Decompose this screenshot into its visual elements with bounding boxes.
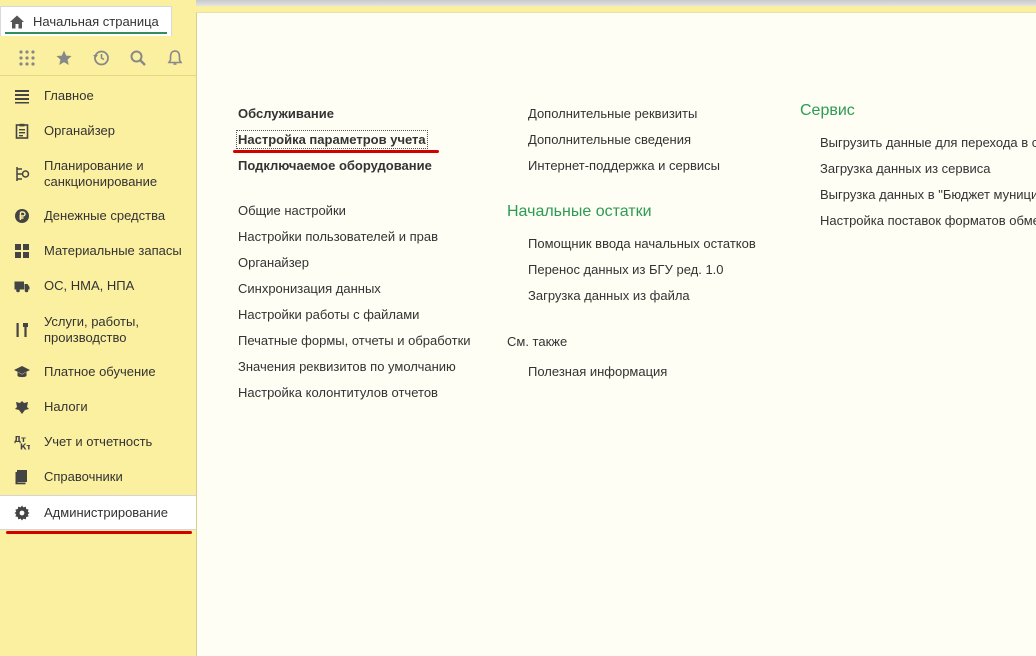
- sidebar-item-label: Учет и отчетность: [44, 434, 153, 449]
- link-additional-attributes[interactable]: Дополнительные реквизиты: [528, 106, 697, 121]
- search-button[interactable]: [119, 40, 156, 76]
- sidebar-item-label: Материальные запасы: [44, 243, 182, 258]
- apps-grid-button[interactable]: [8, 40, 45, 76]
- active-tab-indicator: [5, 32, 167, 34]
- sidebar-item-taxes[interactable]: Налоги: [0, 393, 196, 421]
- svg-text:Кт: Кт: [20, 443, 30, 451]
- sidebar-item-inventory[interactable]: Материальные запасы: [0, 237, 196, 265]
- link-useful-info[interactable]: Полезная информация: [528, 364, 667, 379]
- favorites-button[interactable]: [45, 40, 82, 76]
- link-report-headers[interactable]: Настройка колонтитулов отчетов: [238, 385, 438, 400]
- menu-lines-icon: [13, 87, 31, 105]
- link-internet-support[interactable]: Интернет-поддержка и сервисы: [528, 158, 720, 173]
- history-button[interactable]: [82, 40, 119, 76]
- notifications-button[interactable]: [156, 40, 193, 76]
- sidebar-item-main[interactable]: Главное: [0, 82, 196, 110]
- section-heading-service: Сервис: [800, 102, 855, 119]
- sidebar-item-accounting[interactable]: Дт Кт Учет и отчетность: [0, 428, 196, 456]
- history-icon: [92, 50, 109, 65]
- graduation-cap-icon: [13, 363, 31, 381]
- link-initial-balances-wizard[interactable]: Помощник ввода начальных остатков: [528, 236, 756, 251]
- sidebar-item-services[interactable]: Услуги, работы, производство: [0, 312, 196, 348]
- sidebar-item-label: Услуги, работы, производство: [44, 314, 139, 345]
- link-connected-equipment[interactable]: Подключаемое оборудование: [238, 158, 432, 173]
- link-print-forms[interactable]: Печатные формы, отчеты и обработки: [238, 333, 471, 348]
- sidebar-item-label: Денежные средства: [44, 208, 166, 223]
- link-accounting-parameters[interactable]: Настройка параметров учета: [236, 130, 428, 149]
- link-load-from-service[interactable]: Загрузка данных из сервиса: [820, 161, 991, 176]
- sidebar-item-label: Налоги: [44, 399, 88, 414]
- sidebar-item-label: Справочники: [44, 469, 123, 484]
- main-content-panel: Обслуживание Настройка параметров учета …: [196, 12, 1036, 656]
- link-export-data[interactable]: Выгрузить данные для перехода в с: [820, 135, 1036, 150]
- truck-icon: [13, 277, 31, 295]
- apps-grid-icon: [18, 49, 35, 66]
- coat-of-arms-icon: [13, 398, 31, 416]
- link-format-supply-settings[interactable]: Настройка поставок форматов обме: [820, 213, 1036, 228]
- see-also-label: См. также: [507, 334, 568, 349]
- window-top-strip: [196, 0, 1036, 6]
- home-page-tab[interactable]: Начальная страница: [0, 6, 172, 36]
- link-load-from-file[interactable]: Загрузка данных из файла: [528, 288, 690, 303]
- planning-icon: [13, 165, 31, 183]
- sidebar-item-cash[interactable]: Денежные средства: [0, 202, 196, 230]
- link-data-sync[interactable]: Синхронизация данных: [238, 281, 381, 296]
- sidebar-item-organizer[interactable]: Органайзер: [0, 117, 196, 145]
- link-default-values[interactable]: Значения реквизитов по умолчанию: [238, 359, 456, 374]
- tools-icon: [13, 321, 31, 339]
- sidebar-item-label: Администрирование: [44, 504, 168, 520]
- search-icon: [130, 50, 146, 66]
- books-icon: [13, 468, 31, 486]
- sidebar-item-directories[interactable]: Справочники: [0, 463, 196, 491]
- link-additional-info[interactable]: Дополнительные сведения: [528, 132, 691, 147]
- link-maintenance[interactable]: Обслуживание: [238, 106, 334, 121]
- annotation-underline-accounting-parameters: [233, 150, 439, 153]
- sidebar-item-label: ОС, НМА, НПА: [44, 278, 135, 293]
- link-export-budget[interactable]: Выгрузка данных в "Бюджет муници: [820, 187, 1036, 202]
- sidebar-item-label: Главное: [44, 88, 94, 103]
- clipboard-icon: [13, 122, 31, 140]
- sidebar-item-administration[interactable]: Администрирование: [0, 495, 196, 530]
- sidebar-item-label: Платное обучение: [44, 364, 156, 379]
- home-icon: [10, 15, 24, 28]
- link-file-settings[interactable]: Настройки работы с файлами: [238, 307, 419, 322]
- link-user-settings[interactable]: Настройки пользователей и прав: [238, 229, 438, 244]
- quick-access-bar: [0, 40, 196, 76]
- link-transfer-from-bgu[interactable]: Перенос данных из БГУ ред. 1.0: [528, 262, 724, 277]
- home-tab-label: Начальная страница: [33, 14, 159, 29]
- inventory-grid-icon: [13, 242, 31, 260]
- link-general-settings[interactable]: Общие настройки: [238, 203, 346, 218]
- link-organizer[interactable]: Органайзер: [238, 255, 309, 270]
- sidebar-item-label: Планирование и санкционирование: [44, 158, 158, 189]
- gear-icon: [13, 504, 31, 522]
- notifications-bell-icon: [167, 49, 182, 65]
- sidebar-item-planning[interactable]: Планирование и санкционирование: [0, 156, 196, 192]
- annotation-underline-administration: [6, 531, 192, 534]
- sidebar-item-fixed-assets[interactable]: ОС, НМА, НПА: [0, 272, 196, 300]
- section-heading-initial-balances: Начальные остатки: [507, 203, 652, 220]
- favorites-star-icon: [55, 50, 72, 65]
- debit-credit-icon: Дт Кт: [13, 433, 31, 451]
- ruble-coin-icon: [13, 207, 31, 225]
- sidebar-item-paid-education[interactable]: Платное обучение: [0, 358, 196, 386]
- sidebar-item-label: Органайзер: [44, 123, 115, 138]
